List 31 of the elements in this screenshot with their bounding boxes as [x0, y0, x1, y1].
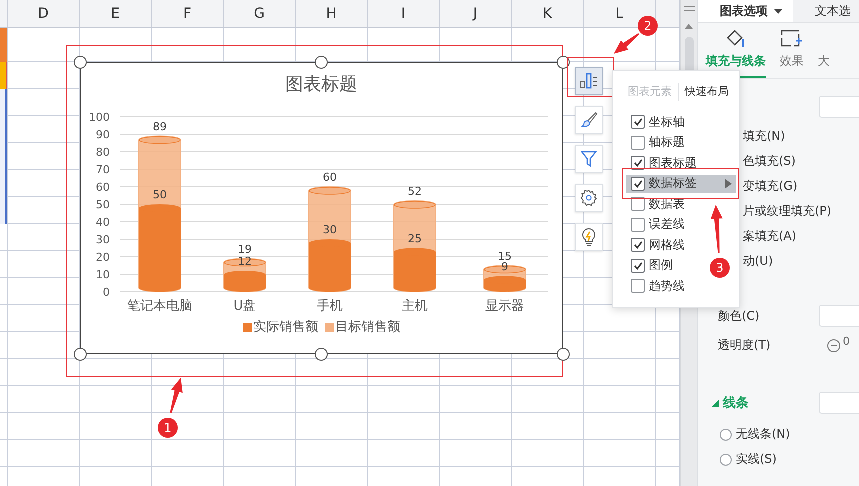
category-label: U盘	[234, 299, 256, 314]
axis-tick-label: 40	[96, 216, 110, 229]
legend-label: 实际销售额	[254, 319, 318, 336]
axis-tick-label: 70	[96, 164, 110, 176]
data-label: 12	[238, 255, 252, 268]
axis-tick-label: 30	[96, 234, 110, 246]
legend-label: 目标销售额	[336, 319, 400, 336]
step-number-badge: 1	[158, 418, 178, 438]
data-label: 52	[408, 185, 422, 198]
color-label: 颜色(C)	[718, 308, 760, 324]
data-label: 30	[323, 224, 337, 236]
axis-tick-label: 50	[96, 198, 110, 212]
category-label: 笔记本电脑	[128, 299, 192, 314]
axis-tick-label: 90	[96, 128, 110, 142]
axis-tick-label: 80	[96, 146, 110, 159]
axis-tick-label: 20	[96, 251, 110, 264]
data-label: 25	[408, 232, 422, 246]
category-label: 手机	[317, 299, 343, 314]
category-label: 主机	[402, 299, 428, 314]
transparency-value: 0	[843, 334, 850, 348]
data-label: 89	[153, 120, 167, 134]
transparency-label: 透明度(T)	[718, 337, 771, 354]
data-label: 50	[153, 188, 167, 202]
data-label: 19	[238, 242, 252, 256]
data-label: 60	[323, 171, 337, 184]
axis-tick-label: 10	[96, 268, 110, 282]
axis-tick-label: 100	[89, 111, 110, 124]
data-label: 15	[498, 250, 512, 263]
axis-tick-label: 0	[103, 286, 110, 299]
category-label: 显示器	[486, 299, 524, 314]
axis-tick-label: 60	[96, 181, 110, 194]
